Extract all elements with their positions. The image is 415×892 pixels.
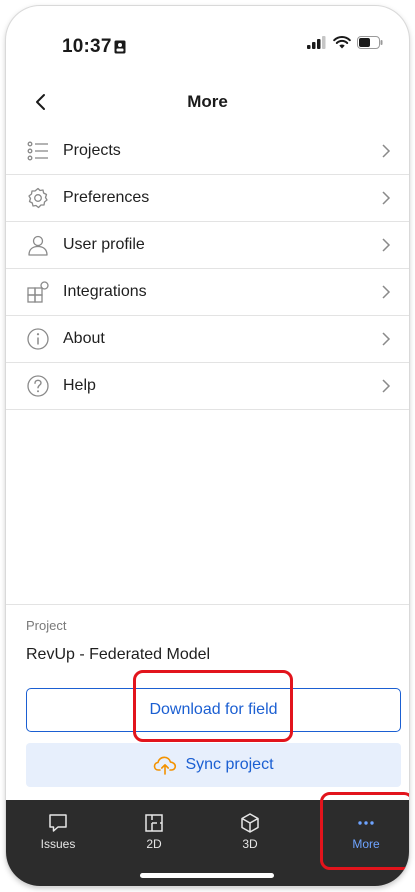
tab-label: Issues — [40, 837, 76, 851]
tab-label: 3D — [242, 837, 258, 851]
menu-item-help[interactable]: Help — [6, 363, 409, 410]
tab-3d[interactable]: 3D — [210, 806, 290, 858]
sync-button-label: Sync project — [185, 756, 274, 773]
integrations-icon — [27, 281, 49, 303]
project-name: RevUp - Federated Model — [26, 646, 211, 663]
status-time: 10:37 — [62, 36, 112, 57]
signal-icon — [307, 36, 326, 49]
id-card-icon — [114, 40, 126, 54]
menu-item-label: About — [63, 330, 105, 347]
list-icon — [27, 141, 48, 161]
menu-item-integrations[interactable]: Integrations — [6, 269, 409, 316]
menu-item-about[interactable]: About — [6, 316, 409, 363]
status-bar: 10:37 — [6, 6, 409, 72]
info-icon — [27, 328, 49, 350]
chevron-right-icon — [382, 144, 391, 158]
sync-project-button[interactable]: Sync project — [26, 743, 401, 787]
page-title: More — [187, 92, 228, 111]
chevron-right-icon — [382, 379, 391, 393]
nav-header: More — [6, 80, 409, 124]
menu-item-preferences[interactable]: Preferences — [6, 175, 409, 222]
menu-item-label: Preferences — [63, 189, 150, 206]
section-divider — [6, 604, 409, 605]
menu-item-label: Help — [63, 377, 96, 394]
chevron-right-icon — [382, 332, 391, 346]
menu-item-user-profile[interactable]: User profile — [6, 222, 409, 269]
chevron-right-icon — [382, 191, 391, 205]
home-indicator — [140, 873, 274, 878]
tab-2d[interactable]: 2D — [114, 806, 194, 858]
tab-label: 2D — [146, 837, 162, 851]
user-icon — [28, 235, 48, 256]
cube-icon — [241, 813, 259, 833]
chevron-right-icon — [382, 285, 391, 299]
chevron-right-icon — [382, 238, 391, 252]
highlight-download-button — [133, 670, 293, 742]
battery-icon — [357, 36, 383, 49]
project-section-label: Project — [26, 618, 67, 633]
help-icon — [27, 375, 49, 397]
cloud-upload-icon — [154, 756, 177, 775]
menu-item-label: Integrations — [63, 283, 147, 300]
menu-item-projects[interactable]: Projects — [6, 128, 409, 175]
menu-item-label: User profile — [63, 236, 145, 253]
comment-icon — [49, 814, 67, 832]
floorplan-icon — [145, 814, 163, 832]
tab-issues[interactable]: Issues — [18, 806, 98, 858]
status-indicators — [307, 36, 383, 49]
highlight-more-tab — [320, 792, 409, 870]
menu-item-label: Projects — [63, 142, 121, 159]
settings-menu: Projects Preferences User profile Integr… — [6, 128, 409, 410]
gear-icon — [28, 187, 48, 209]
phone-frame: 10:37 More Projects Preferences User pro… — [6, 6, 409, 886]
wifi-icon — [333, 36, 351, 49]
